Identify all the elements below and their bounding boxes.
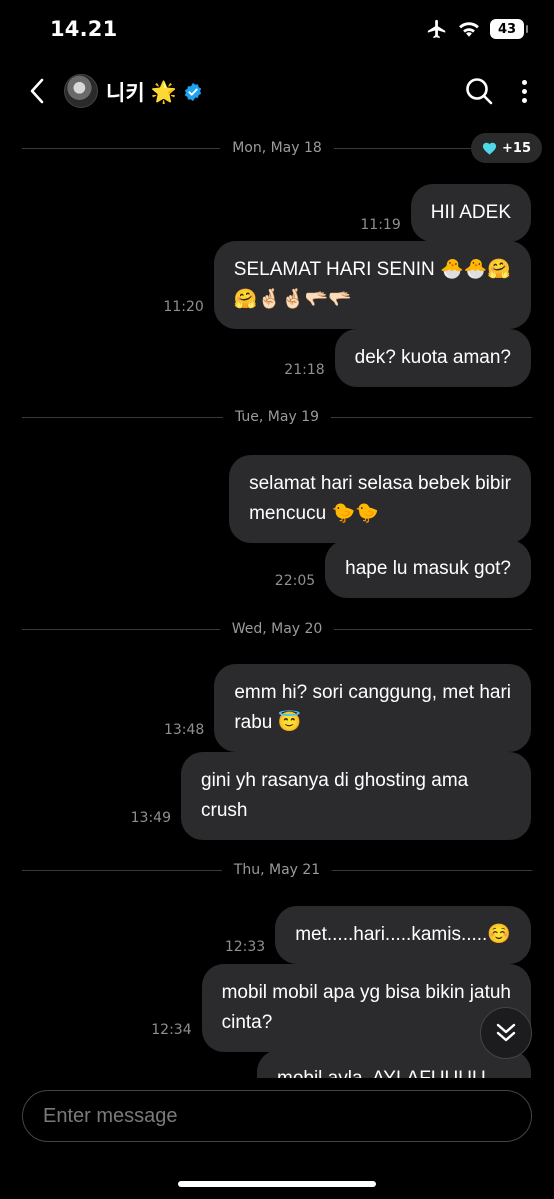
message-text: emm hi? sori canggung, met hari: [234, 682, 511, 703]
message[interactable]: 13:49 gini yh rasanya di ghosting ama cr…: [131, 752, 531, 840]
message-text: selamat hari selasa bebek bibir: [249, 473, 511, 494]
message[interactable]: 13:48 emm hi? sori canggung, met hari ra…: [164, 664, 531, 752]
message-bubble[interactable]: selamat hari selasa bebek bibir mencucu …: [229, 455, 531, 543]
message-bubble[interactable]: dek? kuota aman?: [334, 329, 531, 387]
message-time: 13:49: [130, 810, 171, 826]
message-text: 🤗🤞🏻🤞🏻🫳🏻🫳🏻: [233, 289, 353, 310]
chat-title[interactable]: 니키 🌟: [106, 77, 203, 107]
scroll-to-bottom-button[interactable]: [480, 1007, 532, 1059]
message[interactable]: selamat hari selasa bebek bibir mencucu …: [229, 455, 531, 543]
message-bubble[interactable]: met.....hari.....kamis.....☺️: [275, 906, 531, 964]
message-text: SELAMAT HARI SENIN 🐣🐣🤗: [233, 259, 511, 280]
status-icons: 43: [426, 18, 528, 40]
more-vert-icon[interactable]: [512, 76, 536, 106]
star-emoji: 🌟: [150, 79, 177, 104]
avatar[interactable]: [64, 74, 98, 108]
message[interactable]: 12:34 mobil mobil apa yg bisa bikin jatu…: [151, 964, 531, 1052]
status-bar: 14.21 43: [0, 0, 554, 60]
message-time: 22:05: [274, 573, 316, 589]
message-text: mencucu 🐤🐤: [249, 503, 379, 524]
date-divider: Mon, May 18: [22, 138, 532, 158]
likes-badge[interactable]: +15: [471, 133, 542, 163]
message-bubble[interactable]: HII ADEK: [410, 184, 531, 242]
message-time: 11:19: [360, 217, 401, 233]
message-bubble[interactable]: SELAMAT HARI SENIN 🐣🐣🤗 🤗🤞🏻🤞🏻🫳🏻🫳🏻: [213, 241, 531, 329]
message-text: met.....hari.....kamis.....☺️: [295, 924, 511, 945]
message[interactable]: 11:19 HII ADEK: [360, 184, 531, 242]
message[interactable]: 21:18 dek? kuota aman?: [284, 329, 531, 387]
message[interactable]: 22:05 hape lu masuk got?: [275, 540, 531, 598]
message-text: crush: [201, 800, 248, 821]
double-chevron-down-icon: [496, 1023, 516, 1042]
search-icon: [466, 78, 493, 105]
message-text: gini yh rasanya di ghosting ama: [201, 770, 469, 791]
message-input[interactable]: [23, 1091, 531, 1141]
message[interactable]: mobil ayla. AYLAFUUUU: [257, 1050, 531, 1078]
chat-title-text: 니키: [106, 81, 145, 105]
message-text: rabu 😇: [234, 712, 302, 733]
airplane-icon: [427, 19, 446, 39]
verified-badge-icon: [183, 82, 203, 102]
message-bubble[interactable]: mobil ayla. AYLAFUUUU: [257, 1050, 531, 1078]
message-composer: [22, 1090, 532, 1142]
search-button[interactable]: [464, 76, 494, 106]
message-text: hape lu masuk got?: [345, 558, 511, 579]
message-time: 12:34: [151, 1022, 192, 1038]
message[interactable]: 11:20 SELAMAT HARI SENIN 🐣🐣🤗 🤗🤞🏻🤞🏻🫳🏻🫳🏻: [163, 241, 531, 329]
chat-header: 니키 🌟: [0, 66, 554, 116]
message-time: 11:20: [163, 299, 204, 315]
back-chevron-icon: [30, 78, 44, 104]
message-list[interactable]: Mon, May 18 +15 11:19 HII ADEK 11:20 SEL…: [0, 125, 554, 1078]
status-time: 14.21: [50, 17, 118, 41]
message-text: mobil ayla. AYLAFUUUU: [277, 1068, 486, 1078]
message-text: mobil mobil apa yg bisa bikin jatuh: [221, 982, 511, 1003]
home-indicator[interactable]: [178, 1181, 376, 1187]
battery-icon: 43: [490, 19, 528, 39]
message[interactable]: 12:33 met.....hari.....kamis.....☺️: [225, 906, 531, 964]
date-divider: Wed, May 20: [22, 619, 532, 639]
message-time: 13:48: [163, 722, 205, 738]
message-bubble[interactable]: hape lu masuk got?: [325, 540, 531, 598]
message-text: cinta?: [221, 1012, 273, 1033]
message-bubble[interactable]: emm hi? sori canggung, met hari rabu 😇: [214, 664, 531, 752]
back-button[interactable]: [22, 76, 52, 106]
heart-icon: [482, 142, 497, 155]
message-bubble[interactable]: gini yh rasanya di ghosting ama crush: [181, 752, 531, 840]
wifi-icon: [459, 22, 479, 37]
message-text: HII ADEK: [430, 202, 511, 223]
likes-count: +15: [502, 140, 531, 156]
message-time: 21:18: [284, 362, 325, 378]
date-divider: Thu, May 21: [22, 860, 532, 880]
message-time: 12:33: [224, 939, 266, 955]
date-divider: Tue, May 19: [22, 407, 532, 427]
message-text: dek? kuota aman?: [354, 347, 511, 368]
